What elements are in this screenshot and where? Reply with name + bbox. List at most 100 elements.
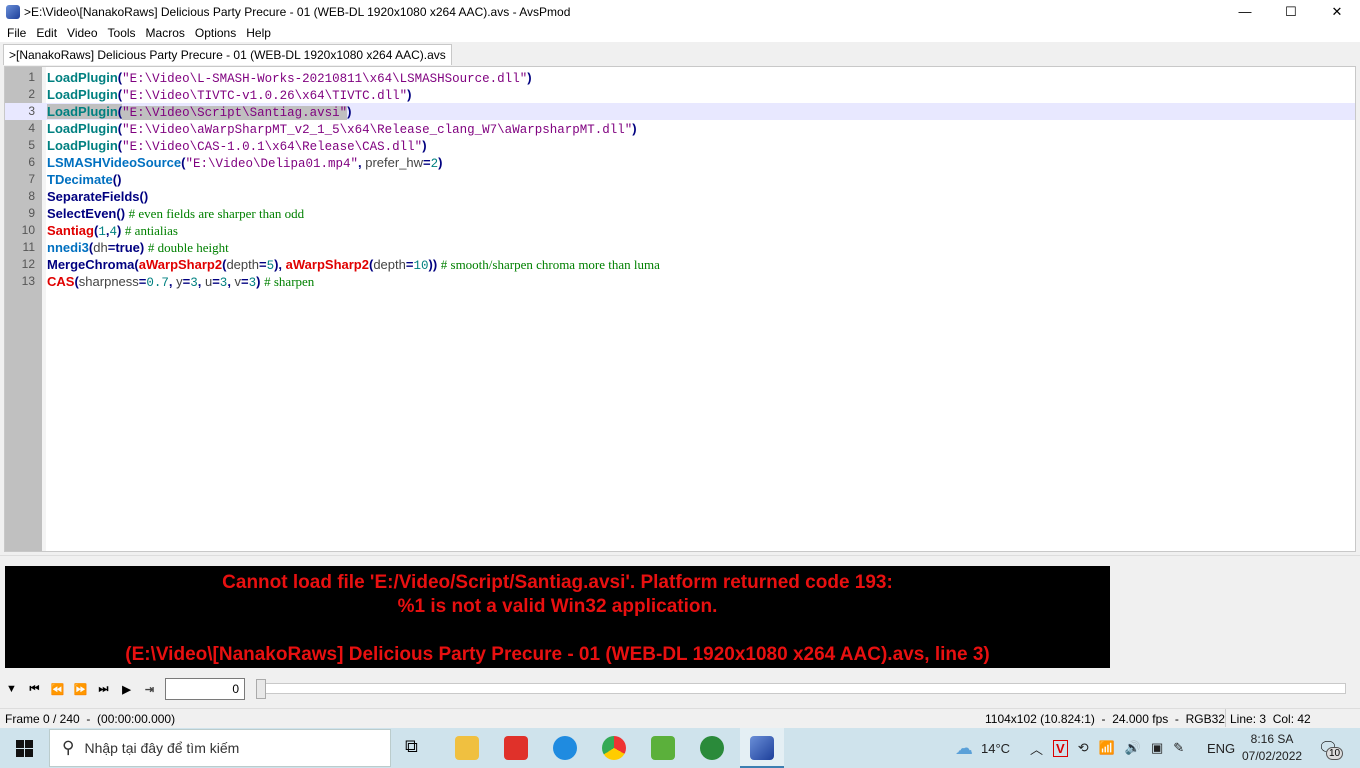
edge-icon[interactable]	[553, 736, 577, 760]
frame-slider[interactable]	[254, 679, 1346, 699]
avspmod-taskbar-button[interactable]	[740, 728, 784, 768]
script-editor[interactable]: 1 LoadPlugin("E:\Video\L-SMASH-Works-2021…	[4, 66, 1356, 552]
chevron-up-icon[interactable]: ︿	[1030, 739, 1043, 758]
window-title: >E:\Video\[NanakoRaws] Delicious Party P…	[24, 4, 571, 19]
menu-video[interactable]: Video	[62, 26, 102, 40]
menu-triangle-icon[interactable]: ▼	[0, 683, 23, 695]
line-number: 11	[22, 240, 35, 254]
code-line[interactable]: 13 CAS(sharpness=0.7, y=3, u=3, v=3) # sh…	[5, 273, 1355, 290]
code-token: # sharpen	[264, 274, 315, 289]
menu-edit[interactable]: Edit	[31, 26, 62, 40]
code-token: "E:\Video\TIVTC-v1.0.26\x64\TIVTC.dll"	[122, 89, 408, 103]
wifi-icon[interactable]: 📶	[1099, 740, 1115, 756]
weather[interactable]: ☁ 14°C	[955, 728, 1010, 768]
first-frame-icon[interactable]: ⏮	[23, 683, 46, 696]
code-line[interactable]: 10 Santiag(1,4) # antialias	[5, 222, 1355, 239]
last-frame-icon[interactable]: ⏭	[92, 683, 115, 696]
frame-input[interactable]: 0	[165, 678, 245, 700]
line-number: 6	[28, 155, 35, 169]
code-token: 0.7	[146, 276, 169, 290]
vietkey-icon[interactable]: V	[1053, 739, 1068, 757]
code-line[interactable]: 12 MergeChroma(aWarpSharp2(depth=5), aWar…	[5, 256, 1355, 273]
taskbar-search[interactable]: ⚲ Nhập tại đây để tìm kiếm	[49, 729, 391, 767]
pen-icon[interactable]: ✎	[1173, 740, 1184, 756]
menu-macros[interactable]: Macros	[141, 26, 190, 40]
code-line[interactable]: 5 LoadPlugin("E:\Video\CAS-1.0.1\x64\Rele…	[5, 137, 1355, 154]
task-view-icon[interactable]: ⧉	[405, 736, 429, 760]
next-frame-icon[interactable]: ⏩	[69, 683, 92, 696]
slider-thumb[interactable]	[256, 679, 266, 699]
code-text: TDecimate()	[47, 171, 121, 188]
code-token: )	[347, 104, 352, 119]
code-token: ),	[274, 257, 286, 272]
line-number: 9	[28, 206, 35, 220]
goto-frame-icon[interactable]: ⇥	[138, 683, 161, 696]
menu-options[interactable]: Options	[190, 26, 241, 40]
code-token: =	[258, 257, 267, 272]
file-explorer-icon[interactable]	[455, 736, 479, 760]
close-button[interactable]: ✕	[1314, 0, 1360, 23]
chrome-icon[interactable]	[602, 736, 626, 760]
title-bar: >E:\Video\[NanakoRaws] Delicious Party P…	[0, 0, 1360, 23]
code-line[interactable]: 1 LoadPlugin("E:\Video\L-SMASH-Works-2021…	[5, 69, 1355, 86]
code-token: )	[139, 240, 148, 255]
code-token: LSMASHVideoSource	[47, 155, 182, 170]
code-token: )	[256, 274, 265, 289]
temperature: 14°C	[981, 740, 1011, 756]
code-line[interactable]: 6 LSMASHVideoSource("E:\Video\Delipa01.mp…	[5, 154, 1355, 171]
code-token: aWarpSharp2	[285, 257, 369, 272]
code-line[interactable]: 2 LoadPlugin("E:\Video\TIVTC-v1.0.26\x64\…	[5, 86, 1355, 103]
cloud-icon: ☁	[955, 737, 973, 758]
search-icon: ⚲	[62, 738, 75, 757]
play-icon[interactable]: ▶	[115, 683, 138, 696]
taskbar: ⚲ Nhập tại đây để tìm kiếm ⧉ ☁ 14°C ︿ V ⟲…	[0, 728, 1360, 768]
language-indicator[interactable]: ENG	[1207, 728, 1235, 768]
line-number: 1	[28, 70, 35, 84]
error-line-3: (E:\Video\[NanakoRaws] Delicious Party P…	[125, 644, 990, 665]
maximize-button[interactable]: ☐	[1268, 0, 1314, 23]
sync-icon[interactable]: ⟲	[1078, 740, 1089, 756]
code-line[interactable]: 7 TDecimate()	[5, 171, 1355, 188]
code-line[interactable]: 11 nnedi3(dh=true) # double height	[5, 239, 1355, 256]
meet-icon[interactable]: ▣	[1151, 740, 1163, 756]
menu-help[interactable]: Help	[241, 26, 276, 40]
code-token: # even fields are sharper than odd	[128, 206, 305, 221]
code-token: "E:\Video\CAS-1.0.1\x64\Release\CAS.dll"	[122, 140, 423, 154]
code-token: )	[438, 155, 443, 170]
volume-icon[interactable]: 🔊	[1125, 740, 1141, 756]
download-manager-icon[interactable]	[700, 736, 724, 760]
code-token: )	[407, 87, 412, 102]
code-token: ()	[112, 172, 122, 187]
line-number: 4	[28, 121, 35, 135]
code-token: depth	[373, 257, 406, 272]
windows-start-icon[interactable]	[16, 740, 33, 757]
code-text: CAS(sharpness=0.7, y=3, u=3, v=3) # shar…	[47, 273, 314, 292]
video-info: 1104x102 (10.824:1) - 24.000 fps - RGB32	[985, 712, 1225, 726]
code-line[interactable]: 4 LoadPlugin("E:\Video\aWarpSharpMT_v2_1_…	[5, 120, 1355, 137]
code-token: =	[212, 274, 220, 289]
prev-frame-icon[interactable]: ⏪	[46, 683, 69, 696]
code-line[interactable]: 8 SeparateFields()	[5, 188, 1355, 205]
menu-tools[interactable]: Tools	[103, 26, 141, 40]
notification-icon[interactable]: 🗨10	[1318, 738, 1344, 760]
menu-file[interactable]: File	[2, 26, 31, 40]
code-token: )	[527, 70, 532, 85]
line-number: 13	[21, 274, 35, 288]
code-token: LoadPlugin	[47, 121, 118, 136]
code-token: sharpness	[78, 274, 139, 289]
code-token: )	[422, 138, 427, 153]
bluestacks-icon[interactable]	[651, 736, 675, 760]
date: 07/02/2022	[1242, 749, 1303, 763]
code-token: CAS	[47, 274, 75, 289]
minimize-button[interactable]: —	[1222, 0, 1268, 23]
line-number: 7	[28, 172, 35, 186]
clock[interactable]: 8:16 SA 07/02/2022	[1242, 731, 1302, 765]
se-app-icon[interactable]	[504, 736, 528, 760]
script-tab[interactable]: >[NanakoRaws] Delicious Party Precure - …	[3, 44, 452, 65]
playback-toolbar: ▼ ⏮ ⏪ ⏩ ⏭ ▶ ⇥ 0	[0, 676, 1360, 702]
code-token: depth	[226, 257, 259, 272]
code-line[interactable]: 3 LoadPlugin("E:\Video\Script\Santiag.avs…	[5, 103, 1355, 120]
code-token: 10	[413, 259, 429, 273]
code-line[interactable]: 9 SelectEven() # even fields are sharper …	[5, 205, 1355, 222]
tab-strip: >[NanakoRaws] Delicious Party Precure - …	[0, 42, 1360, 65]
